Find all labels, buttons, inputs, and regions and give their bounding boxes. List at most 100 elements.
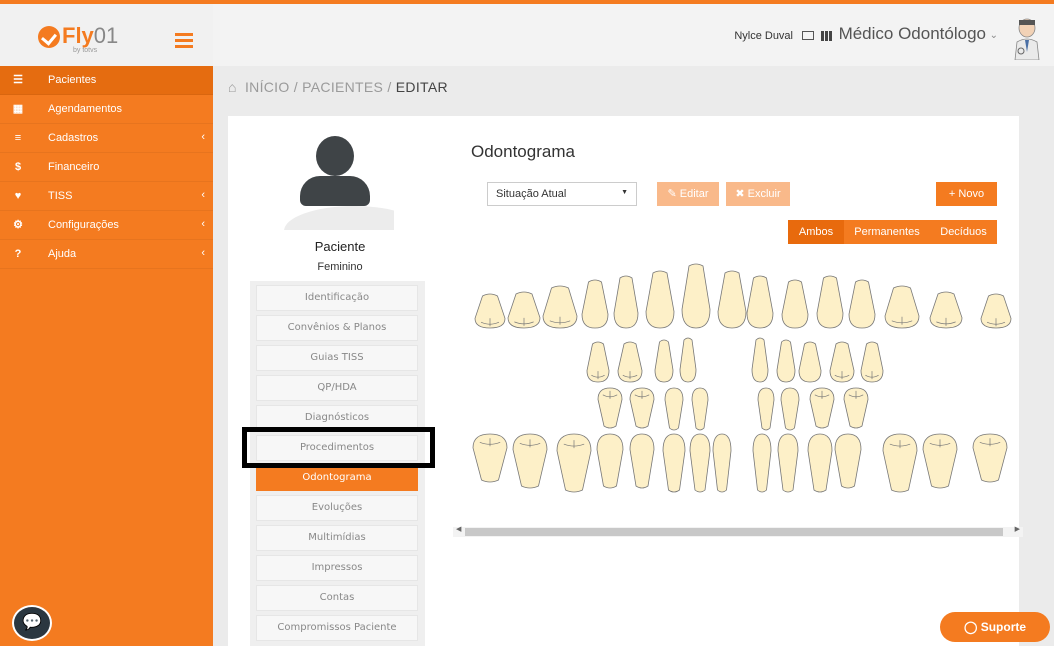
sidebar: Fly01 by totvs ☰ Pacientes ▦ Agendamento… (0, 0, 213, 646)
tooth-icon[interactable] (882, 433, 918, 493)
nav-evolucoes[interactable]: Evoluções (256, 495, 418, 521)
segment-permanentes[interactable]: Permanentes (844, 220, 930, 244)
tooth-icon[interactable] (613, 275, 639, 329)
sidebar-item-pacientes[interactable]: ☰ Pacientes (0, 66, 213, 95)
breadcrumb-section[interactable]: PACIENTES (302, 79, 383, 95)
tooth-icon[interactable] (860, 341, 884, 383)
highlight-box (242, 427, 435, 468)
scroll-left-icon[interactable]: ◀ (456, 525, 461, 533)
nav-odontograma[interactable]: Odontograma (256, 465, 418, 491)
teeth-chart (472, 263, 1012, 493)
tooth-icon[interactable] (929, 291, 963, 329)
tooth-icon[interactable] (980, 293, 1012, 329)
segment-ambos[interactable]: Ambos (788, 220, 844, 244)
hamburger-menu-icon[interactable] (175, 33, 193, 51)
tooth-icon[interactable] (776, 339, 796, 383)
tooth-icon[interactable] (829, 341, 855, 383)
tooth-icon[interactable] (662, 433, 686, 493)
chevron-down-icon: ⌄ (989, 30, 998, 41)
chat-icon[interactable]: 💬 (12, 605, 52, 641)
tooth-icon[interactable] (717, 270, 747, 329)
tooth-icon[interactable] (798, 341, 822, 383)
tooth-icon[interactable] (922, 433, 958, 489)
nav-identificacao[interactable]: Identificação (256, 285, 418, 311)
tooth-icon[interactable] (664, 387, 684, 431)
tooth-icon[interactable] (629, 433, 655, 489)
sidebar-item-label: Configurações (48, 219, 119, 231)
delete-button[interactable]: ✖ Excluir (726, 182, 790, 206)
segment-deciduos[interactable]: Decíduos (930, 220, 997, 244)
user-name: Nylce Duval (734, 30, 793, 42)
tooth-icon[interactable] (681, 263, 711, 329)
scroll-right-icon[interactable]: ▶ (1015, 525, 1020, 533)
tooth-icon[interactable] (816, 275, 844, 329)
support-label: Suporte (980, 620, 1027, 634)
sidebar-item-cadastros[interactable]: ≡ Cadastros ‹ (0, 124, 213, 153)
close-icon: ✖ (735, 188, 745, 200)
tooth-icon[interactable] (757, 387, 775, 431)
nav-convenios-planos[interactable]: Convênios & Planos (256, 315, 418, 341)
nav-contas[interactable]: Contas (256, 585, 418, 611)
tooth-icon[interactable] (780, 387, 800, 431)
tooth-icon[interactable] (597, 387, 623, 429)
tooth-icon[interactable] (689, 433, 711, 493)
tooth-icon[interactable] (777, 433, 799, 493)
sidebar-item-financeiro[interactable]: $ Financeiro (0, 153, 213, 182)
brand: Fly01 by totvs (0, 0, 213, 66)
nav-guias-tiss[interactable]: Guias TISS (256, 345, 418, 371)
apps-grid-icon[interactable] (821, 31, 832, 41)
logo: Fly01 (62, 23, 119, 48)
tooth-icon[interactable] (556, 433, 592, 493)
tooth-icon[interactable] (512, 433, 548, 489)
logo-mark-icon (38, 26, 60, 48)
situation-select[interactable]: Situação Atual ▼ (487, 182, 637, 206)
tooth-icon[interactable] (617, 341, 643, 383)
new-label: Novo (958, 188, 985, 200)
nav-compromissos-paciente[interactable]: Compromissos Paciente (256, 615, 418, 641)
tooth-icon[interactable] (542, 285, 578, 329)
support-button[interactable]: ◯ Suporte (940, 612, 1050, 642)
tooth-icon[interactable] (751, 337, 769, 383)
tooth-icon[interactable] (834, 433, 862, 489)
tooth-icon[interactable] (679, 337, 697, 383)
tooth-icon[interactable] (746, 275, 774, 329)
tooth-icon[interactable] (474, 293, 506, 329)
doctor-avatar[interactable] (1012, 18, 1042, 60)
tooth-icon[interactable] (629, 387, 655, 429)
tooth-icon[interactable] (581, 279, 609, 329)
sidebar-item-agendamentos[interactable]: ▦ Agendamentos (0, 95, 213, 124)
tooth-icon[interactable] (972, 433, 1008, 483)
home-icon[interactable]: ⌂ (228, 79, 237, 95)
horizontal-scrollbar[interactable]: ◀ ▶ (453, 525, 1023, 537)
new-button[interactable]: + Novo (936, 182, 997, 206)
tooth-icon[interactable] (884, 285, 920, 329)
tooth-icon[interactable] (848, 279, 876, 329)
edit-label: Editar (679, 188, 709, 200)
sidebar-item-tiss[interactable]: ♥ TISS ‹ (0, 182, 213, 211)
tooth-icon[interactable] (809, 387, 835, 429)
tooth-icon[interactable] (645, 270, 675, 329)
breadcrumb-home[interactable]: INÍCIO (245, 79, 290, 95)
tooth-icon[interactable] (691, 387, 709, 431)
tooth-icon[interactable] (843, 387, 869, 429)
tooth-icon[interactable] (654, 339, 674, 383)
tooth-icon[interactable] (596, 433, 624, 489)
tooth-icon[interactable] (807, 433, 833, 493)
tooth-icon[interactable] (472, 433, 508, 483)
role-selector[interactable]: Médico Odontólogo (839, 24, 986, 44)
nav-impressos[interactable]: Impressos (256, 555, 418, 581)
sidebar-item-configuracoes[interactable]: ⚙ Configurações ‹ (0, 211, 213, 240)
sidebar-item-ajuda[interactable]: ? Ajuda ‹ (0, 240, 213, 269)
tooth-icon[interactable] (507, 291, 541, 329)
nav-qp-hda[interactable]: QP/HDA (256, 375, 418, 401)
breadcrumb-current: EDITAR (395, 79, 448, 95)
tooth-icon[interactable] (586, 341, 610, 383)
scroll-thumb[interactable] (465, 528, 1003, 536)
id-card-icon[interactable] (802, 31, 814, 40)
tooth-icon[interactable] (752, 433, 772, 493)
tooth-icon[interactable] (712, 433, 732, 493)
edit-button[interactable]: ✎ Editar (657, 182, 719, 206)
chevron-left-icon: ‹ (201, 131, 205, 143)
tooth-icon[interactable] (781, 279, 809, 329)
nav-multimidias[interactable]: Multimídias (256, 525, 418, 551)
